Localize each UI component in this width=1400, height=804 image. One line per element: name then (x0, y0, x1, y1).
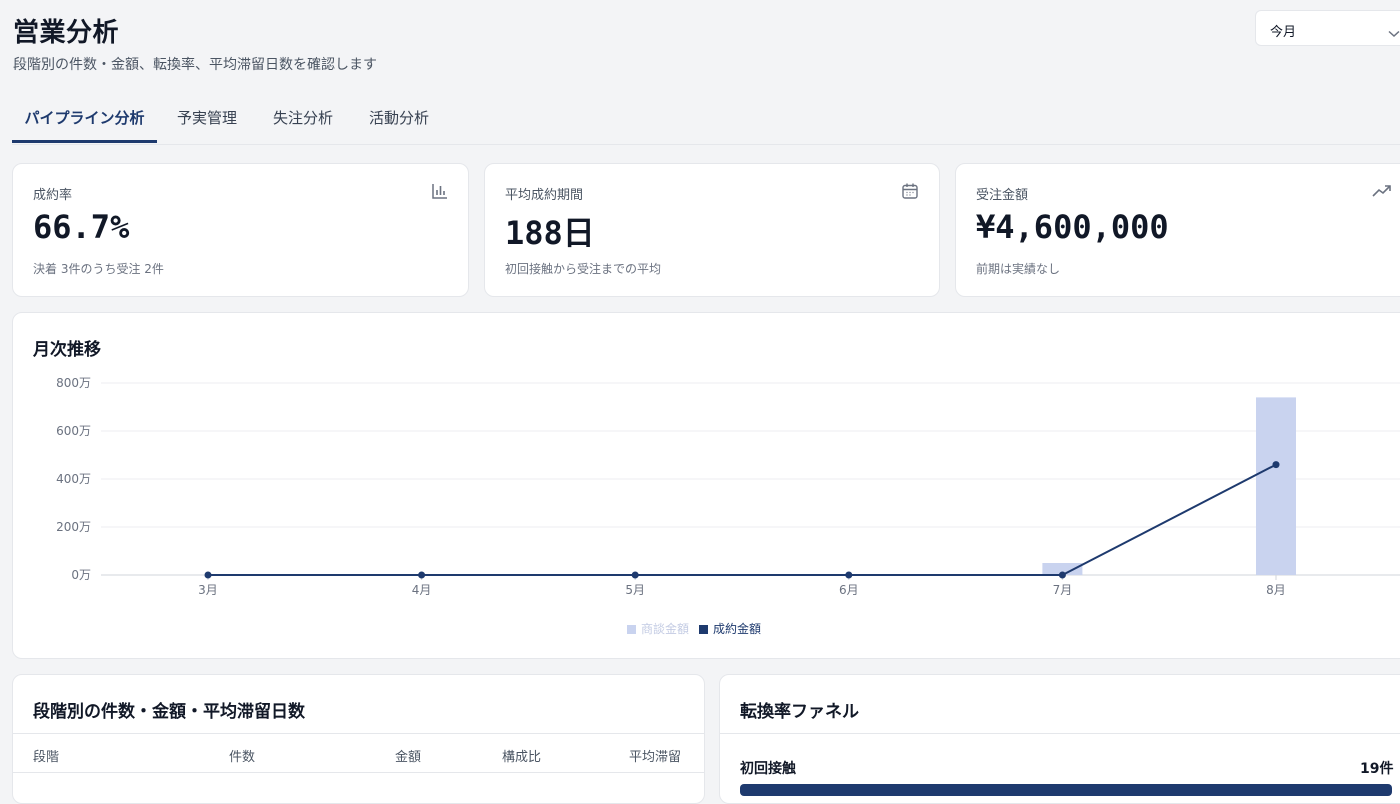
kpi-note: 前期は実績なし (976, 262, 1061, 276)
legend-label: 成約金額 (713, 622, 762, 636)
column-header-avg-stay: 平均滞留 (629, 750, 682, 765)
kpi-value: 188日 (505, 214, 595, 252)
y-tick-label: 0万 (71, 568, 91, 582)
legend-swatch (627, 625, 636, 634)
legend-swatch (699, 625, 709, 634)
line-point (845, 571, 853, 579)
page-subtitle: 段階別の件数・金額、転換率、平均滞留日数を確認します (13, 57, 377, 73)
legend-item[interactable]: 商談金額 (627, 622, 689, 636)
page-title: 営業分析 (13, 18, 120, 48)
kpi-card-avg-close-period: 平均成約期間 188日 初回接触から受注までの平均 (484, 163, 940, 297)
divider (720, 733, 1400, 734)
stage-table-title: 段階別の件数・金額・平均滞留日数 (33, 702, 305, 722)
kpi-value: ¥4,600,000 (976, 208, 1169, 246)
tab-activity-analysis[interactable]: 活動分析 (361, 96, 437, 143)
column-header-stage: 段階 (33, 750, 60, 765)
calendar-icon (901, 182, 919, 204)
tab-budget-actual[interactable]: 予実管理 (169, 96, 245, 143)
tab-lost-analysis[interactable]: 失注分析 (265, 96, 341, 143)
kpi-label: 成約率 (33, 188, 73, 203)
funnel-title: 転換率ファネル (740, 702, 859, 722)
stage-table-card: 段階別の件数・金額・平均滞留日数 段階 件数 金額 構成比 平均滞留 (12, 674, 705, 804)
trending-up-icon (1372, 182, 1392, 204)
chart-legend: 商談金額 成約金額 (627, 620, 771, 637)
x-tick-label: 4月 (412, 583, 432, 597)
monthly-trend-chart: 800万 600万 400万 200万 0万 3月 4月 5月 6月 7月 8月 (56, 376, 1400, 597)
column-header-ratio: 構成比 (502, 750, 542, 765)
y-tick-label: 800万 (56, 376, 91, 390)
line-point (631, 571, 639, 579)
kpi-note: 決着 3件のうち受注 2件 (33, 262, 164, 276)
monthly-trend-card: 月次推移 800万 600万 400万 200万 0万 3月 4月 5月 6月 7月 8月 商談金額… (12, 312, 1400, 659)
x-tick-label: 8月 (1266, 583, 1286, 597)
period-select-value: 今月 (1270, 25, 1297, 40)
chart-bar (1256, 397, 1296, 575)
bar-chart-icon (431, 182, 449, 204)
table-header-row: 段階 件数 金額 構成比 平均滞留 (13, 733, 704, 773)
conversion-funnel-card: 転換率ファネル 初回接触 19件 (719, 674, 1400, 804)
period-select[interactable]: 今月 (1255, 10, 1400, 46)
tab-pipeline-analysis[interactable]: パイプライン分析 (12, 96, 157, 143)
kpi-card-order-amount: 受注金額 ¥4,600,000 前期は実績なし (955, 163, 1400, 297)
column-header-count: 件数 (229, 750, 256, 765)
line-point (418, 571, 426, 579)
line-point (1058, 571, 1066, 579)
kpi-label: 受注金額 (976, 188, 1029, 203)
x-tick-label: 7月 (1053, 583, 1073, 597)
legend-label: 商談金額 (641, 622, 690, 636)
line-point (204, 571, 212, 579)
y-tick-label: 400万 (56, 472, 91, 486)
line-point (1272, 461, 1280, 469)
series-line (208, 463, 1277, 576)
funnel-stage-bar (740, 784, 1392, 796)
kpi-label: 平均成約期間 (505, 188, 584, 203)
kpi-note: 初回接触から受注までの平均 (505, 262, 662, 276)
funnel-stage-label: 初回接触 (740, 761, 796, 777)
x-tick-label: 6月 (839, 583, 859, 597)
y-tick-label: 600万 (56, 424, 91, 438)
kpi-card-close-rate: 成約率 66.7% 決着 3件のうち受注 2件 (12, 163, 469, 297)
legend-item[interactable]: 成約金額 (699, 622, 761, 636)
x-tick-label: 5月 (625, 583, 645, 597)
x-tick-label: 3月 (198, 583, 218, 597)
funnel-stage-count: 19件 (1360, 761, 1394, 777)
y-tick-label: 200万 (56, 520, 91, 534)
tab-bar: パイプライン分析 予実管理 失注分析 活動分析 (12, 96, 1400, 145)
kpi-value: 66.7% (33, 208, 130, 246)
chevron-down-icon (1388, 23, 1400, 42)
column-header-amount: 金額 (395, 750, 422, 765)
